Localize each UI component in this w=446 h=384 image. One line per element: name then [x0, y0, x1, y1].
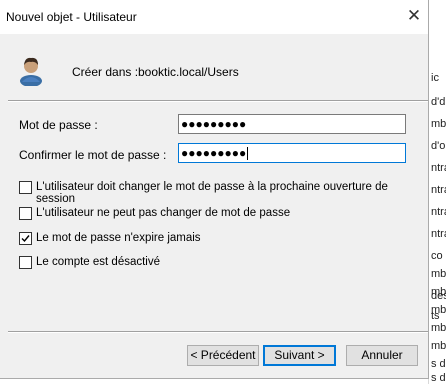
- title-bar: Nouvel objet - Utilisateur ✕: [0, 0, 428, 34]
- background-window-strip: ic d'd mbr d'o ntra ntra ntra ntra co mb…: [428, 0, 446, 384]
- create-in-label: Créer dans :: [72, 65, 139, 79]
- cancel-button[interactable]: Annuler: [346, 345, 418, 366]
- confirm-password-label: Confirmer le mot de passe :: [19, 148, 167, 162]
- checkbox-account-disabled[interactable]: [19, 256, 32, 269]
- background-fragment: ntra: [431, 228, 446, 240]
- divider: [8, 331, 428, 333]
- checkbox-password-never-expires[interactable]: [19, 232, 32, 245]
- checkbox-cannot-change-password[interactable]: [19, 207, 32, 220]
- background-fragment: ntra: [431, 162, 446, 174]
- background-fragment: ntra: [431, 184, 446, 196]
- window-title: Nouvel objet - Utilisateur: [6, 10, 137, 24]
- background-fragment: mbr: [431, 268, 446, 280]
- password-field[interactable]: ●●●●●●●●●: [178, 114, 406, 134]
- background-fragment: s d: [431, 372, 446, 384]
- new-user-dialog: Nouvel objet - Utilisateur ✕ Créer dans …: [0, 0, 429, 379]
- background-fragment: d'o: [431, 140, 446, 152]
- checkbox-label-cannot-change-password: L'utilisateur ne peut pas changer de mot…: [36, 207, 291, 219]
- confirm-password-value: ●●●●●●●●●: [181, 146, 247, 160]
- background-fragment: ts: [431, 310, 440, 322]
- user-icon: [20, 57, 42, 86]
- background-fragment: mbr: [431, 322, 446, 334]
- password-value: ●●●●●●●●●: [181, 117, 247, 131]
- back-button[interactable]: < Précédent: [187, 345, 259, 366]
- checkbox-label-account-disabled: Le compte est désactivé: [36, 256, 161, 268]
- text-caret: [247, 147, 249, 161]
- checkmark-icon: [21, 235, 30, 243]
- background-fragment: mbr: [431, 118, 446, 130]
- checkbox-must-change-password[interactable]: [19, 181, 32, 194]
- background-fragment: mbr: [431, 340, 446, 352]
- divider: [8, 100, 428, 102]
- checkbox-label-must-change-password: L'utilisateur doit changer le mot de pas…: [36, 181, 388, 205]
- background-fragment: des: [431, 290, 446, 302]
- background-fragment: co: [431, 250, 443, 262]
- background-fragment: ntra: [431, 206, 446, 218]
- confirm-password-field[interactable]: ●●●●●●●●●: [178, 143, 406, 163]
- background-fragment: s d: [431, 358, 446, 370]
- close-icon[interactable]: ✕: [400, 2, 428, 30]
- password-label: Mot de passe :: [19, 118, 98, 132]
- next-button[interactable]: Suivant >: [263, 345, 336, 366]
- background-fragment: d'd: [431, 96, 446, 108]
- checkbox-label-password-never-expires: Le mot de passe n'expire jamais: [36, 232, 201, 244]
- create-in-value: booktic.local/Users: [138, 65, 239, 79]
- background-fragment: ic: [431, 72, 439, 84]
